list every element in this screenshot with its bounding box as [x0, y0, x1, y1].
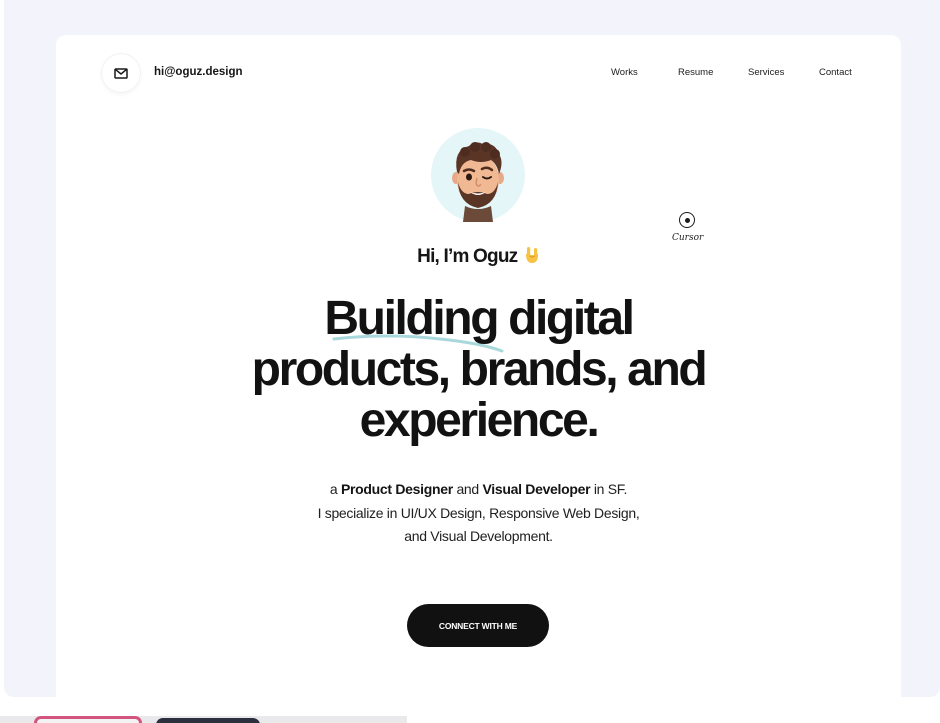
bio-suffix: in SF.: [590, 481, 628, 497]
bio-and: and: [452, 481, 483, 497]
bottom-preview-strip: [0, 716, 407, 723]
greeting-text: Hi, I’m Oguz: [417, 246, 518, 267]
connect-with-me-button[interactable]: CONNECT WITH ME: [407, 604, 549, 647]
bio-role-visual-developer: Visual Developer: [482, 481, 591, 497]
nav-works[interactable]: Works: [611, 67, 638, 78]
memoji-avatar-icon: [452, 142, 504, 222]
bio-role-product-designer: Product Designer: [340, 481, 453, 497]
headline-line-1: Building digital: [324, 292, 635, 345]
avatar: [431, 128, 525, 222]
bio-prefix: a: [329, 481, 341, 497]
bio-line-1: a Product Designer and Visual Developer …: [56, 478, 901, 502]
bio-line-2: I specialize in UI/UX Design, Responsive…: [317, 504, 640, 521]
greeting: Hi, I’m Oguz: [56, 246, 901, 270]
page-background: hi@oguz.design Works Resume Services Con…: [4, 0, 940, 697]
cursor-dot-icon: [685, 218, 690, 223]
email-link[interactable]: hi@oguz.design: [154, 66, 243, 78]
bio-line-3: and Visual Development.: [404, 528, 553, 544]
nav-resume[interactable]: Resume: [678, 67, 713, 78]
nav-contact[interactable]: Contact: [819, 67, 852, 78]
headline-line-3: experience.: [359, 394, 600, 447]
hero-headline: Building digital products, brands, and e…: [56, 293, 901, 446]
site-header: hi@oguz.design Works Resume Services Con…: [56, 35, 901, 111]
portfolio-card: hi@oguz.design Works Resume Services Con…: [56, 35, 901, 697]
bottom-pill-dark: [156, 718, 260, 723]
bottom-pill-pink: [34, 716, 142, 723]
mail-button[interactable]: [102, 54, 140, 92]
nav-services[interactable]: Services: [748, 67, 784, 78]
rock-on-hand-icon: [524, 246, 540, 270]
bio-text: a Product Designer and Visual Developer …: [56, 478, 901, 549]
mail-icon: [114, 67, 128, 79]
cursor-toggle[interactable]: Cursor: [670, 211, 710, 251]
headline-line-2: products, brands, and: [251, 343, 708, 396]
cursor-label: Cursor: [672, 233, 704, 243]
